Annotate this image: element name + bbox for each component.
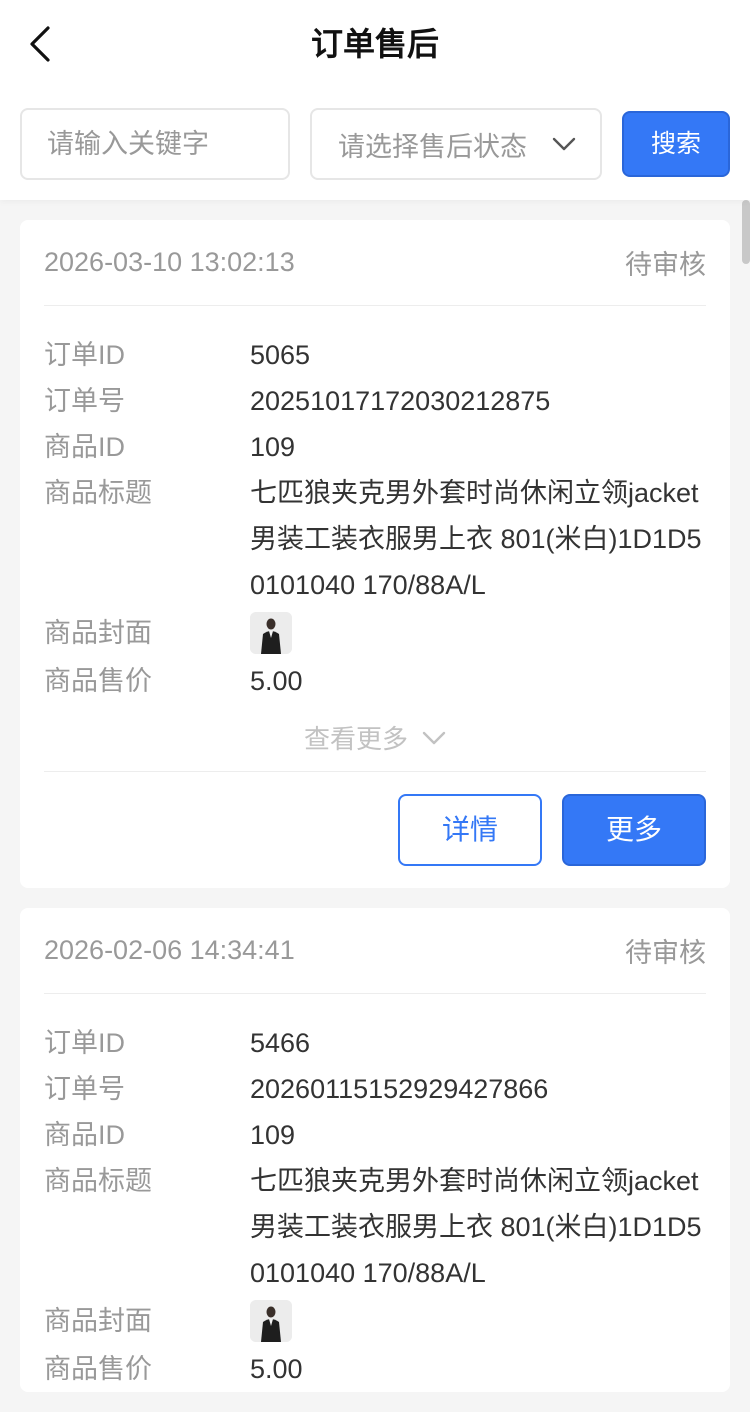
field-value: 5065 xyxy=(250,340,311,370)
field-row-order-id: 订单ID 5466 xyxy=(44,1020,706,1066)
field-label: 商品标题 xyxy=(44,1166,152,1196)
field-value: 5466 xyxy=(250,1028,311,1058)
field-row-product-title: 商品标题 七匹狼夹克男外套时尚休闲立领jacket男装工装衣服男上衣 801(米… xyxy=(44,470,706,608)
field-label: 商品标题 xyxy=(44,478,152,508)
field-row-order-no: 订单号 20251017172030212875 xyxy=(44,378,706,424)
card-actions: 详情 更多 xyxy=(44,772,706,888)
field-value: 七匹狼夹克男外套时尚休闲立领jacket男装工装衣服男上衣 801(米白)1D1… xyxy=(250,1166,702,1288)
field-value: 七匹狼夹克男外套时尚休闲立领jacket男装工装衣服男上衣 801(米白)1D1… xyxy=(250,478,702,600)
field-row-product-price: 商品售价 5.00 xyxy=(44,658,706,704)
status-badge: 待审核 xyxy=(625,250,706,280)
order-card: 2026-03-10 13:02:13 待审核 订单ID 5065 订单号 20… xyxy=(20,220,730,888)
jacket-person-thumbnail xyxy=(250,1300,292,1342)
field-label: 商品封面 xyxy=(44,618,152,648)
field-label: 订单ID xyxy=(44,340,125,370)
field-value: 109 xyxy=(250,432,296,462)
product-cover-image[interactable] xyxy=(250,1300,292,1342)
field-value: 5.00 xyxy=(250,666,303,696)
field-label: 订单号 xyxy=(44,1074,125,1104)
chevron-down-icon xyxy=(422,731,446,744)
card-header: 2026-02-06 14:34:41 待审核 xyxy=(44,908,706,994)
status-badge: 待审核 xyxy=(625,938,706,968)
field-label: 订单ID xyxy=(44,1028,125,1058)
field-row-product-title: 商品标题 七匹狼夹克男外套时尚休闲立领jacket男装工装衣服男上衣 801(米… xyxy=(44,1158,706,1296)
order-card: 2026-02-06 14:34:41 待审核 订单ID 5466 订单号 20… xyxy=(20,908,730,1392)
field-row-order-id: 订单ID 5065 xyxy=(44,332,706,378)
field-row-product-cover: 商品封面 xyxy=(44,1296,706,1346)
field-row-product-id: 商品ID 109 xyxy=(44,424,706,470)
view-more-label: 查看更多 xyxy=(303,724,408,754)
keyword-input[interactable] xyxy=(20,108,290,180)
card-header: 2026-03-10 13:02:13 待审核 xyxy=(44,220,706,306)
field-label: 商品售价 xyxy=(44,1354,152,1384)
jacket-person-thumbnail xyxy=(250,612,292,654)
field-value: 5.00 xyxy=(250,1354,303,1384)
more-button[interactable]: 更多 xyxy=(562,794,706,866)
search-button[interactable]: 搜索 xyxy=(622,111,730,177)
field-label: 商品售价 xyxy=(44,666,152,696)
field-row-product-cover: 商品封面 xyxy=(44,608,706,658)
field-row-product-id: 商品ID 109 xyxy=(44,1112,706,1158)
field-label: 商品封面 xyxy=(44,1306,152,1336)
status-select[interactable]: 请选择售后状态 xyxy=(310,108,602,180)
field-row-order-no: 订单号 20260115152929427866 xyxy=(44,1066,706,1112)
scrollbar[interactable] xyxy=(742,200,750,264)
top-bar: 订单售后 请选择售后状态 搜索 xyxy=(0,0,750,200)
chevron-down-icon xyxy=(552,137,576,151)
order-fields: 订单ID 5065 订单号 20251017172030212875 商品ID … xyxy=(44,306,706,704)
field-label: 商品ID xyxy=(44,1120,125,1150)
field-row-product-price: 商品售价 5.00 xyxy=(44,1346,706,1392)
status-select-placeholder: 请选择售后状态 xyxy=(338,131,527,162)
field-value: 20251017172030212875 xyxy=(250,386,551,416)
page-title: 订单售后 xyxy=(310,26,439,62)
field-label: 商品ID xyxy=(44,432,125,462)
field-value: 20260115152929427866 xyxy=(250,1074,549,1104)
field-value: 109 xyxy=(250,1120,296,1150)
order-time: 2026-03-10 13:02:13 xyxy=(44,247,295,277)
field-label: 订单号 xyxy=(44,386,125,416)
view-more-toggle[interactable]: 查看更多 xyxy=(44,704,706,772)
order-fields: 订单ID 5466 订单号 20260115152929427866 商品ID … xyxy=(44,994,706,1392)
order-time: 2026-02-06 14:34:41 xyxy=(44,935,295,965)
detail-button[interactable]: 详情 xyxy=(398,794,542,866)
product-cover-image[interactable] xyxy=(250,612,292,654)
order-list: 2026-03-10 13:02:13 待审核 订单ID 5065 订单号 20… xyxy=(20,220,730,1412)
